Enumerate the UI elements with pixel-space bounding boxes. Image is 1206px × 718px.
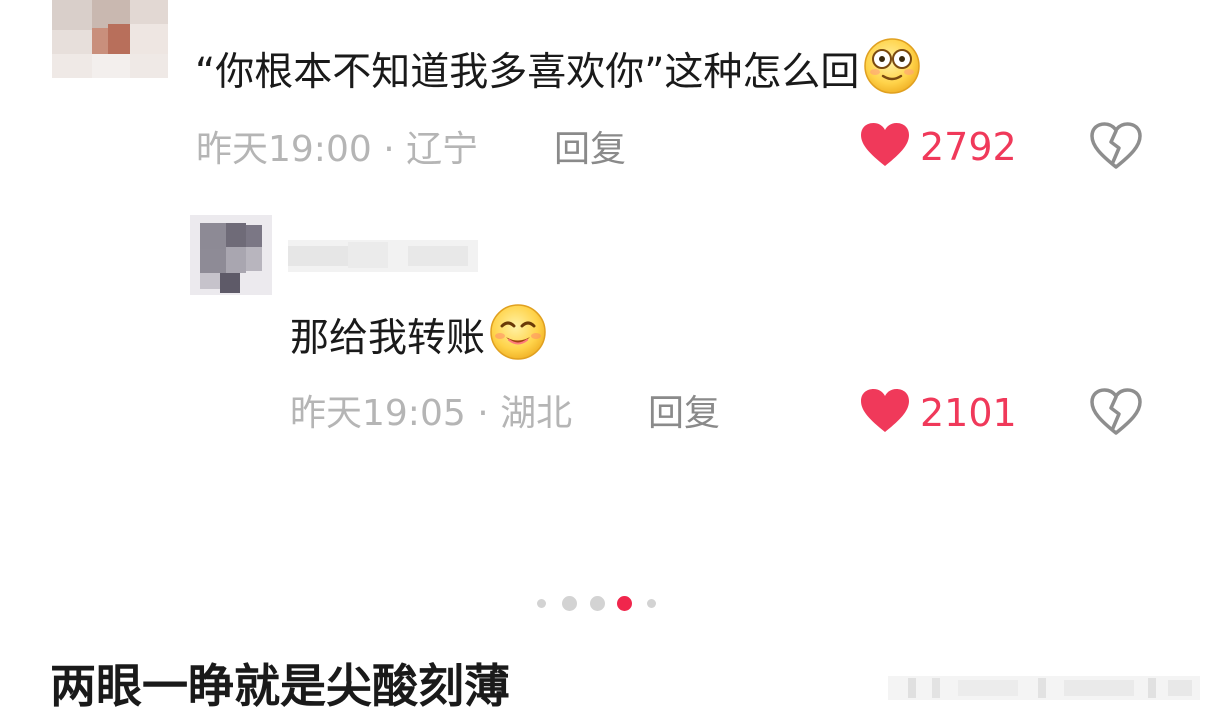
- page-dot-active[interactable]: [617, 596, 632, 611]
- username-redacted: [288, 232, 478, 280]
- broken-heart-icon: [1090, 388, 1142, 440]
- reply-button[interactable]: 回复: [554, 128, 626, 172]
- heart-icon: [860, 388, 910, 438]
- like-count: 2792: [920, 125, 1017, 169]
- page-dot[interactable]: [537, 599, 546, 608]
- broken-heart-icon: [1090, 122, 1142, 174]
- carousel-pagination[interactable]: [0, 596, 1206, 612]
- like-button[interactable]: 2101: [860, 388, 1017, 438]
- page-dot[interactable]: [562, 596, 577, 611]
- comment-time-location: 昨天19:05 · 湖北: [290, 393, 573, 434]
- comment-body: 那给我转账: [290, 316, 486, 361]
- dislike-button[interactable]: [1090, 388, 1142, 440]
- comment-screenshot: “你根本不知道我多喜欢你”这种怎么回 昨天19:00 · 辽宁 回复 2792 …: [0, 0, 1206, 718]
- comment-text: “你根本不知道我多喜欢你”这种怎么回: [195, 34, 923, 115]
- avatar[interactable]: [190, 215, 272, 295]
- dazed-emoji-icon: [861, 34, 923, 115]
- page-dot[interactable]: [647, 599, 656, 608]
- like-button[interactable]: 2792: [860, 122, 1017, 172]
- heart-icon: [860, 122, 910, 172]
- comment-time-location: 昨天19:00 · 辽宁: [196, 129, 479, 170]
- reply-button[interactable]: 回复: [648, 392, 720, 436]
- like-count: 2101: [920, 391, 1017, 435]
- watermark-redacted: [888, 672, 1200, 704]
- comment-body: “你根本不知道我多喜欢你”这种怎么回: [195, 50, 860, 95]
- smile-emoji-icon: [487, 300, 549, 381]
- dislike-button[interactable]: [1090, 122, 1142, 174]
- avatar[interactable]: [52, 0, 168, 78]
- post-title: 两眼一睁就是尖酸刻薄: [50, 659, 510, 713]
- comment-text: 那给我转账: [290, 300, 549, 381]
- page-dot[interactable]: [590, 596, 605, 611]
